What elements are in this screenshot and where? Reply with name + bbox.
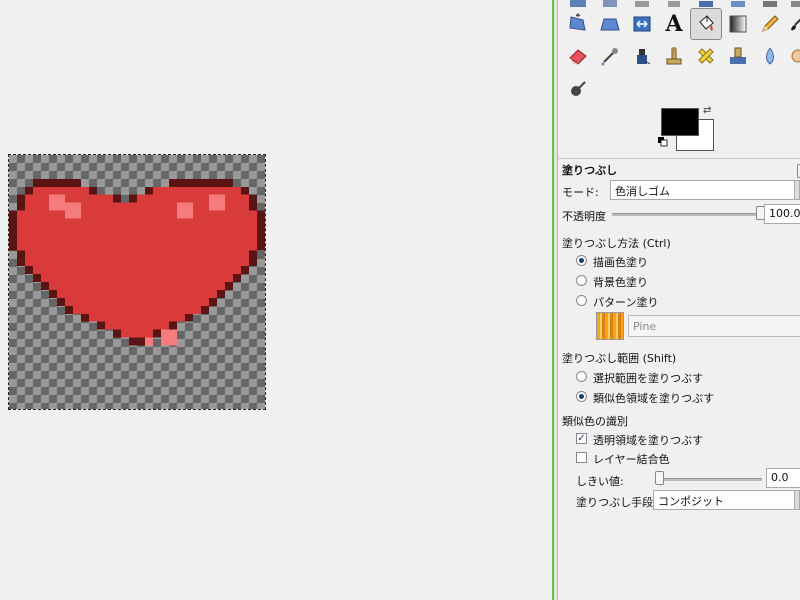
heart-fill-pixel [65,297,209,306]
pencil-icon[interactable] [756,10,784,38]
fill-by-select[interactable]: コンポジット [653,490,800,510]
fill-by-dropdown-arrow[interactable] [794,490,800,510]
threshold-slider-thumb[interactable] [655,471,664,485]
heart-fill-pixel [137,194,249,203]
heart-fill-pixel [49,282,225,290]
perspective-icon[interactable] [564,10,592,38]
heart-highlight [177,202,193,219]
eraser-icon[interactable] [564,42,592,70]
heart-fill-pixel [105,321,169,330]
opacity-spin[interactable]: 100.0 [764,204,800,224]
heart-fill-pixel [25,250,249,259]
opacity-slider[interactable] [612,213,760,216]
heart-fill-pixel [17,234,257,243]
fill-by-label: 塗りつぶし手段: [576,496,657,509]
fill-bg-label[interactable]: 背景色塗り [593,274,648,290]
dodge-burn-icon[interactable] [564,74,592,102]
heart-fill-pixel [41,274,233,282]
heart-highlight [65,202,81,219]
heart-highlight [49,194,65,211]
heart-fill-pixel [25,258,249,267]
flip-icon[interactable] [596,10,624,38]
pattern-preview[interactable] [596,312,624,340]
reset-colors-icon[interactable] [658,137,668,147]
sample-merged-label[interactable]: レイヤー結合色 [593,451,670,467]
threshold-label: しきい値: [576,475,624,488]
cage-transform-icon[interactable] [628,10,656,38]
heart-outline-pixel [33,178,81,187]
blur-sharpen-icon[interactable] [756,42,784,70]
options-title: 塗りつぶし [562,164,618,177]
fill-selection-label[interactable]: 選択範囲を塗りつぶす [593,370,703,386]
color-selector: ⇄ [658,105,718,151]
heart-image [9,178,265,346]
perspective-clone-icon[interactable] [724,42,752,70]
fill-fg-radio[interactable] [576,255,587,266]
heart-outline-pixel [129,337,145,346]
toolbox: A ⇄ 塗りつぶし モード: 色消しゴム 不透明度 100.0 塗りつぶし方法 … [558,0,800,600]
foreground-color-swatch[interactable] [661,108,699,136]
clone-icon[interactable] [660,42,688,70]
heart-highlight [145,337,153,346]
affected-area-label: 塗りつぶし範囲 (Shift) [562,352,677,365]
fill-selection-radio[interactable] [576,371,587,382]
similar-colors-label: 類似色の識別 [562,415,628,428]
blend-icon[interactable] [724,10,752,38]
fill-transparent-label[interactable]: 透明領域を塗りつぶす [593,432,703,448]
heart-fill-pixel [153,186,241,195]
canvas-area[interactable] [0,0,552,600]
heart-fill-pixel [89,313,185,322]
threshold-spin[interactable]: 0.0 [766,468,800,488]
heal-icon[interactable] [692,42,720,70]
fill-fg-label[interactable]: 描画色塗り [593,254,648,270]
heart-outline-pixel [169,178,233,187]
mode-select[interactable]: 色消しゴム [610,180,800,200]
options-separator [558,158,800,159]
heart-fill-pixel [17,226,257,235]
image-layer[interactable] [8,154,266,410]
bucket-fill-icon[interactable] [690,8,722,40]
fill-similar-radio[interactable] [576,391,587,402]
fill-similar-label[interactable]: 類似色領域を塗りつぶす [593,390,714,406]
heart-highlight [209,194,225,211]
sample-merged-checkbox[interactable] [576,452,587,463]
heart-fill-pixel [57,289,217,298]
heart-fill-pixel [73,305,201,314]
heart-fill-pixel [121,329,153,338]
pattern-name-field[interactable]: Pine [628,315,800,337]
mode-dropdown-arrow[interactable] [794,180,800,200]
heart-fill-pixel [17,210,257,219]
fill-bg-radio[interactable] [576,275,587,286]
heart-fill-pixel [17,218,257,227]
heart-fill-pixel [33,186,89,195]
threshold-slider[interactable] [658,478,762,481]
ink-icon[interactable] [628,42,656,70]
smudge-icon[interactable] [784,42,800,70]
fill-transparent-checkbox[interactable]: ✓ [576,433,587,444]
mode-label: モード: [562,186,599,199]
opacity-label: 不透明度 [562,210,606,223]
fill-type-label: 塗りつぶし方法 (Ctrl) [562,237,671,250]
paintbrush-icon[interactable] [784,10,800,38]
heart-fill-pixel [17,242,257,251]
fill-pattern-radio[interactable] [576,295,587,306]
text-icon[interactable]: A [660,10,688,38]
fill-pattern-label[interactable]: パターン塗り [593,294,658,310]
swap-colors-icon[interactable]: ⇄ [703,105,711,116]
heart-fill-pixel [33,266,241,275]
airbrush-icon[interactable] [596,42,624,70]
heart-fill-pixel [25,194,113,203]
heart-highlight [161,329,177,346]
